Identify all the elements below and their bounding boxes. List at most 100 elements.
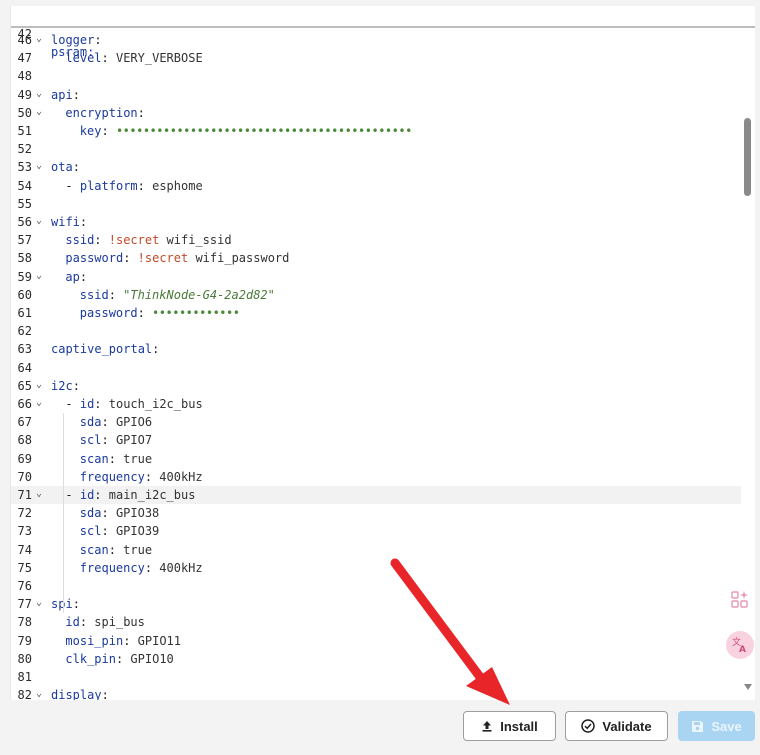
indent-guide-i2c bbox=[63, 413, 64, 613]
code-line[interactable]: 46 ⌄ logger: bbox=[11, 31, 741, 49]
line-code: - id: touch_i2c_bus bbox=[65, 397, 203, 411]
sticky-line[interactable]: 42 psram: bbox=[11, 7, 741, 59]
code-line[interactable]: 74 scan: true bbox=[11, 541, 741, 559]
sticky-scroll-header[interactable]: 42 psram: bbox=[11, 6, 755, 59]
code-line[interactable]: 55 bbox=[11, 195, 741, 213]
line-number: 64 bbox=[17, 360, 32, 375]
code-line[interactable]: 81 bbox=[11, 668, 741, 686]
line-number: 61 bbox=[17, 306, 32, 320]
code-line[interactable]: 54 - platform: esphome bbox=[11, 177, 741, 195]
vertical-scrollbar-thumb[interactable] bbox=[744, 118, 751, 196]
code-line[interactable]: 68 scl: GPIO7 bbox=[11, 431, 741, 449]
code-line[interactable]: 80 clk_pin: GPIO10 bbox=[11, 650, 741, 668]
line-code: key: •••••••••••••••••••••••••••••••••••… bbox=[79, 124, 413, 138]
code-line[interactable]: 71 ⌄ - id: main_i2c_bus bbox=[11, 485, 741, 505]
code-line[interactable]: 69 scan: true bbox=[11, 450, 741, 468]
install-button[interactable]: Install bbox=[463, 711, 556, 741]
line-number: 75 bbox=[17, 560, 32, 575]
code-line[interactable]: 67 sda: GPIO6 bbox=[11, 413, 741, 431]
code-line[interactable]: 76 bbox=[11, 577, 741, 595]
line-code: ota: bbox=[51, 160, 80, 175]
line-code: encryption: bbox=[65, 105, 145, 120]
code-editor[interactable]: 42 psram: 46 ⌄ logger: 47 level: VERY_VERBOS… bbox=[10, 6, 755, 700]
code-line[interactable]: 64 bbox=[11, 359, 741, 377]
code-line[interactable]: 53 ⌄ ota: bbox=[11, 158, 741, 176]
fold-chevron-icon[interactable]: ⌄ bbox=[36, 212, 42, 230]
code-line[interactable]: 79 mosi_pin: GPIO11 bbox=[11, 632, 741, 650]
fold-chevron-icon[interactable]: ⌄ bbox=[36, 376, 42, 394]
code-line[interactable]: 72 sda: GPIO38 bbox=[11, 504, 741, 522]
code-line[interactable]: 51 key: •••••••••••••••••••••••••••••••••… bbox=[11, 122, 741, 140]
fold-chevron-icon[interactable]: ⌄ bbox=[36, 157, 42, 175]
scroll-down-arrow-icon[interactable] bbox=[744, 684, 752, 690]
code-line[interactable]: 75 frequency: 400kHz bbox=[11, 559, 741, 577]
line-number: 74 bbox=[17, 542, 32, 557]
line-number: 66 bbox=[17, 397, 32, 411]
line-code: password: !secret wifi_password bbox=[65, 251, 290, 266]
line-number: 58 bbox=[17, 251, 32, 266]
code-line[interactable]: 63 captive_portal: bbox=[11, 340, 741, 358]
line-number: 78 bbox=[17, 615, 32, 630]
fold-chevron-icon[interactable]: ⌄ bbox=[36, 267, 42, 285]
validate-button[interactable]: Validate bbox=[565, 711, 668, 741]
code-line[interactable]: 70 frequency: 400kHz bbox=[11, 468, 741, 486]
code-line[interactable]: 77 ⌄ spi: bbox=[11, 595, 741, 613]
code-line[interactable]: 78 id: spi_bus bbox=[11, 613, 741, 631]
code-line[interactable]: 50 ⌄ encryption: bbox=[11, 104, 741, 122]
line-number: 54 bbox=[17, 178, 32, 193]
line-number: 53 bbox=[17, 160, 32, 175]
line-number: 68 bbox=[17, 433, 32, 448]
line-code: spi: bbox=[51, 597, 80, 612]
code-line[interactable]: 62 bbox=[11, 322, 741, 340]
code-line[interactable]: 58 password: !secret wifi_password bbox=[11, 249, 741, 267]
line-number: 77 bbox=[17, 597, 32, 612]
code-line[interactable]: 61 password: ••••••••••••• bbox=[11, 304, 741, 322]
line-number: 80 bbox=[17, 651, 32, 666]
code-line[interactable]: 65 ⌄ i2c: bbox=[11, 377, 741, 395]
code-line[interactable]: 47 level: VERY_VERBOSE bbox=[11, 49, 741, 67]
code-line[interactable]: 56 ⌄ wifi: bbox=[11, 213, 741, 231]
line-number: 73 bbox=[17, 524, 32, 539]
line-code: scan: true bbox=[79, 451, 153, 466]
code-line[interactable]: 59 ⌄ ap: bbox=[11, 268, 741, 286]
code-line[interactable]: 60 ssid: "ThinkNode-G4-2a2d82" bbox=[11, 286, 741, 304]
save-button-label: Save bbox=[711, 718, 742, 734]
install-button-label: Install bbox=[500, 718, 538, 734]
line-number: 70 bbox=[17, 469, 32, 484]
line-number: 57 bbox=[17, 233, 32, 248]
fold-chevron-icon[interactable]: ⌄ bbox=[36, 485, 42, 503]
upload-icon bbox=[481, 720, 493, 732]
save-button[interactable]: Save bbox=[678, 711, 755, 741]
line-code: ssid: !secret wifi_ssid bbox=[65, 233, 232, 248]
code-line[interactable]: 73 scl: GPIO39 bbox=[11, 522, 741, 540]
line-number: 71 bbox=[17, 488, 32, 502]
code-line[interactable]: 82 ⌄ display: bbox=[11, 686, 741, 700]
line-code: scan: true bbox=[79, 542, 153, 557]
fold-chevron-icon[interactable]: ⌄ bbox=[36, 394, 42, 412]
line-code: mosi_pin: GPIO11 bbox=[65, 633, 181, 648]
line-number: 56 bbox=[17, 215, 32, 229]
line-code: sda: GPIO6 bbox=[79, 415, 153, 430]
code-line[interactable]: 66 ⌄ - id: touch_i2c_bus bbox=[11, 395, 741, 413]
fold-chevron-icon[interactable]: ⌄ bbox=[36, 103, 42, 121]
fold-chevron-icon[interactable]: ⌄ bbox=[36, 685, 42, 700]
fold-chevron-icon[interactable]: ⌄ bbox=[36, 85, 42, 103]
line-number: 65 bbox=[17, 378, 32, 393]
line-number: 82 bbox=[17, 688, 32, 700]
ai-sparkle-icon[interactable] bbox=[726, 586, 754, 614]
code-line[interactable]: 49 ⌄ api: bbox=[11, 86, 741, 104]
code-line[interactable]: 52 bbox=[11, 140, 741, 158]
line-number: 51 bbox=[17, 124, 32, 138]
check-circle-icon bbox=[581, 719, 596, 733]
line-number: 60 bbox=[17, 287, 32, 302]
line-code: password: ••••••••••••• bbox=[79, 306, 240, 320]
translate-icon[interactable]: 文A bbox=[726, 631, 754, 659]
fold-chevron-icon[interactable]: ⌄ bbox=[36, 594, 42, 612]
code-line[interactable]: 48 bbox=[11, 67, 741, 85]
line-number: 67 bbox=[17, 415, 32, 430]
line-number: 76 bbox=[17, 579, 32, 593]
code-line[interactable]: 57 ssid: !secret wifi_ssid bbox=[11, 231, 741, 249]
line-number: 69 bbox=[17, 451, 32, 466]
validate-button-label: Validate bbox=[602, 718, 652, 734]
line-code: display: bbox=[51, 688, 109, 700]
